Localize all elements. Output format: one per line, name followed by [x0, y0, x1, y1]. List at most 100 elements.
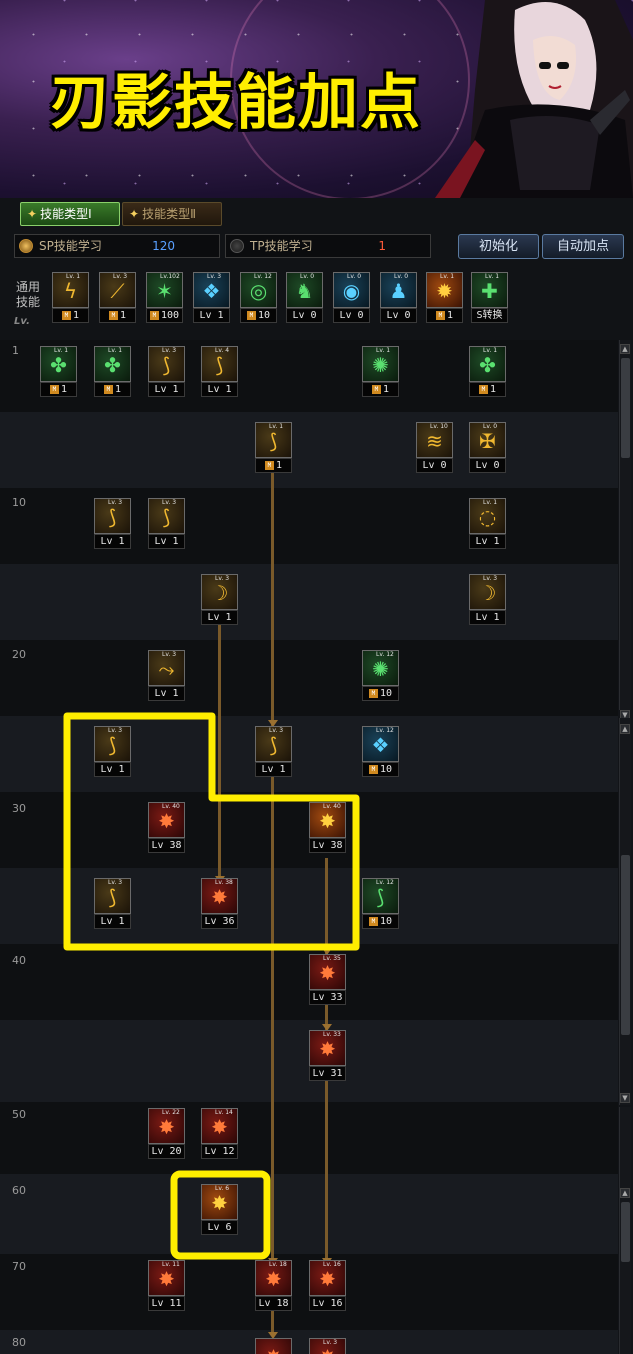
blade-icon[interactable]: ⟆ Lv. 3 [94, 498, 131, 534]
skill-slot[interactable]: ☽ Lv. 3 Lv 1 [469, 574, 506, 626]
flame-icon[interactable]: ✸ Lv. 18 [255, 1260, 292, 1296]
skill-slot[interactable]: ⟆ Lv. 3 Lv 1 [94, 878, 131, 930]
skill-slot[interactable]: ✸ Lv. 35 Lv 33 [309, 954, 346, 1006]
skill-slot[interactable]: ♞ Lv. 0 Lv 0 [286, 272, 323, 324]
flame-icon[interactable]: ✸ Lv. 11 [148, 1260, 185, 1296]
blade-icon[interactable]: ⟆ Lv. 3 [148, 498, 185, 534]
skill-level: Lv 1 [148, 686, 185, 701]
skill-slot[interactable]: ✹ Lv. 1M1 [426, 272, 463, 324]
flame-icon[interactable]: ✸ Lv. 6 [201, 1184, 238, 1220]
skill-slot[interactable]: ✸ Lv. 38 Lv 36 [201, 878, 238, 930]
tree-skill-icon[interactable]: ✤ Lv. 1 [469, 346, 506, 382]
skill-slot[interactable]: ✚ Lv. 1 S转换 [471, 272, 508, 324]
skill-slot[interactable]: ⤳ Lv. 3 Lv 1 [148, 650, 185, 702]
skill-slot[interactable]: ✸ Lv. 14 Lv 12 [201, 1108, 238, 1160]
scroll-up-arrow[interactable]: ▲ [620, 724, 630, 734]
skill-slot[interactable]: ✸ Lv. 11 Lv 11 [148, 1260, 185, 1312]
blade-icon[interactable]: ⟆ Lv. 4 [201, 346, 238, 382]
skill-slot[interactable]: ✸ Lv. 6 Lv 6 [201, 1184, 238, 1236]
flame-icon[interactable]: ✸ Lv. 22 [148, 1108, 185, 1144]
figure-icon[interactable]: ♞ Lv. 0 [286, 272, 323, 308]
burst-icon[interactable]: ✹ Lv. 1 [426, 272, 463, 308]
scroll-up-arrow[interactable]: ▲ [620, 344, 630, 354]
slash-icon[interactable]: ⟋ Lv. 3 [99, 272, 136, 308]
skill-slot[interactable]: ☽ Lv. 3 Lv 1 [201, 574, 238, 626]
wave-icon[interactable]: ≋ Lv. 10 [416, 422, 453, 458]
crescent-icon[interactable]: ☽ Lv. 3 [469, 574, 506, 610]
flame-icon[interactable]: ✸ Lv. 35 [309, 954, 346, 990]
scrollbar-thumb[interactable] [621, 1202, 630, 1262]
blade-icon[interactable]: ⟆ Lv. 3 [94, 878, 131, 914]
skill-slot[interactable]: ✸ Lv. 40 Lv 38 [309, 802, 346, 854]
blade-icon[interactable]: ⟆ Lv. 3 [94, 726, 131, 762]
skill-slot[interactable]: ♟ Lv. 0 Lv 0 [380, 272, 417, 324]
flame-icon[interactable]: ✸ Lv. 14 [201, 1108, 238, 1144]
flame-icon[interactable]: ✸Lv. 3 [309, 1338, 346, 1354]
skill-slot[interactable]: ✺ Lv. 1M1 [362, 346, 399, 398]
skill-slot[interactable]: ✸ [255, 1338, 292, 1354]
scrollbar-thumb[interactable] [621, 855, 630, 1035]
ring-icon[interactable]: ◌ Lv. 1 [469, 498, 506, 534]
swirl-icon[interactable]: ✺ Lv. 1 [362, 346, 399, 382]
skill-slot[interactable]: ✤ Lv. 1M1 [469, 346, 506, 398]
swirl-icon[interactable]: ✺ Lv. 12 [362, 650, 399, 686]
skill-slot[interactable]: ⟆ Lv. 3 Lv 1 [255, 726, 292, 778]
wing-icon[interactable]: ❖ Lv. 12 [362, 726, 399, 762]
skill-slot[interactable]: ✠ Lv. 0 Lv 0 [469, 422, 506, 474]
strike-icon[interactable]: ✶ Lv.102 [146, 272, 183, 308]
scroll-up-arrow[interactable]: ▲ [620, 1188, 630, 1198]
shield-icon[interactable]: ✠ Lv. 0 [469, 422, 506, 458]
wing-icon[interactable]: ❖ Lv. 3 [193, 272, 230, 308]
crescent-icon[interactable]: ☽ Lv. 3 [201, 574, 238, 610]
skill-slot[interactable]: ✺ Lv. 12 M 10 [362, 650, 399, 702]
skill-slot[interactable]: ⟆ Lv. 3 Lv 1 [148, 498, 185, 550]
flame-icon[interactable]: ✸ Lv. 40 [148, 802, 185, 838]
skill-slot[interactable]: ⟆ Lv. 4 Lv 1 [201, 346, 238, 398]
target-icon[interactable]: ◎ Lv. 12 [240, 272, 277, 308]
skill-slot[interactable]: ✶ Lv.102 M 100 [146, 272, 183, 324]
tab-skill-type-2[interactable]: ✦ 技能类型Ⅱ [122, 202, 222, 226]
blade-icon[interactable]: ⟆ Lv. 3 [148, 346, 185, 382]
eye-icon[interactable]: ◉ Lv. 0 [333, 272, 370, 308]
skill-slot[interactable]: ⟋ Lv. 3M1 [99, 272, 136, 324]
skill-slot[interactable]: ✸ Lv. 40 Lv 38 [148, 802, 185, 854]
reset-button[interactable]: 初始化 [458, 234, 539, 259]
skill-slot[interactable]: ✸ Lv. 33 Lv 31 [309, 1030, 346, 1082]
skill-slot[interactable]: ❖ Lv. 12 M 10 [362, 726, 399, 778]
skill-slot[interactable]: ✸Lv. 3 [309, 1338, 346, 1354]
flame-icon[interactable]: ✸ Lv. 38 [201, 878, 238, 914]
skill-slot[interactable]: ✤ Lv. 1M1 [94, 346, 131, 398]
skill-slot[interactable]: ✤ Lv. 1M1 [40, 346, 77, 398]
tab-skill-type-1[interactable]: ✦ 技能类型Ⅰ [20, 202, 120, 226]
skill-slot[interactable]: ≋ Lv. 10 Lv 0 [416, 422, 453, 474]
skill-slot[interactable]: ◉ Lv. 0 Lv 0 [333, 272, 370, 324]
blade-icon[interactable]: ⟆ Lv. 3 [255, 726, 292, 762]
skill-slot[interactable]: ⟆ Lv. 3 Lv 1 [94, 726, 131, 778]
skill-slot[interactable]: ✸ Lv. 18 Lv 18 [255, 1260, 292, 1312]
skill-slot[interactable]: ◌ Lv. 1 Lv 1 [469, 498, 506, 550]
blade-icon[interactable]: ⟆ Lv. 12 [362, 878, 399, 914]
flame-icon[interactable]: ✸ [255, 1338, 292, 1354]
blade-icon[interactable]: ⟆ Lv. 1 [255, 422, 292, 458]
skill-slot[interactable]: ❖ Lv. 3 Lv 1 [193, 272, 230, 324]
dodge-icon[interactable]: ϟ Lv. 1 [52, 272, 89, 308]
skill-slot[interactable]: ⟆ Lv. 3 Lv 1 [148, 346, 185, 398]
skill-slot[interactable]: ϟ Lv. 1M1 [52, 272, 89, 324]
scroll-down-arrow[interactable]: ▼ [620, 1093, 630, 1103]
skill-slot[interactable]: ✸ Lv. 22 Lv 20 [148, 1108, 185, 1160]
flame-icon[interactable]: ✸ Lv. 33 [309, 1030, 346, 1066]
skill-slot[interactable]: ⟆ Lv. 12 M 10 [362, 878, 399, 930]
skill-slot[interactable]: ✸ Lv. 16 Lv 16 [309, 1260, 346, 1312]
scrollbar-thumb[interactable] [621, 358, 630, 458]
skill-slot[interactable]: ◎ Lv. 12 M 10 [240, 272, 277, 324]
skill-slot[interactable]: ⟆ Lv. 1M1 [255, 422, 292, 474]
body-icon[interactable]: ♟ Lv. 0 [380, 272, 417, 308]
auto-assign-button[interactable]: 自动加点 [542, 234, 624, 259]
tree-skill-icon[interactable]: ✤ Lv. 1 [40, 346, 77, 382]
physical-icon[interactable]: ✚ Lv. 1 [471, 272, 508, 308]
flame-icon[interactable]: ✸ Lv. 16 [309, 1260, 346, 1296]
flame-icon[interactable]: ✸ Lv. 40 [309, 802, 346, 838]
kick-icon[interactable]: ⤳ Lv. 3 [148, 650, 185, 686]
skill-slot[interactable]: ⟆ Lv. 3 Lv 1 [94, 498, 131, 550]
tree-skill-icon[interactable]: ✤ Lv. 1 [94, 346, 131, 382]
